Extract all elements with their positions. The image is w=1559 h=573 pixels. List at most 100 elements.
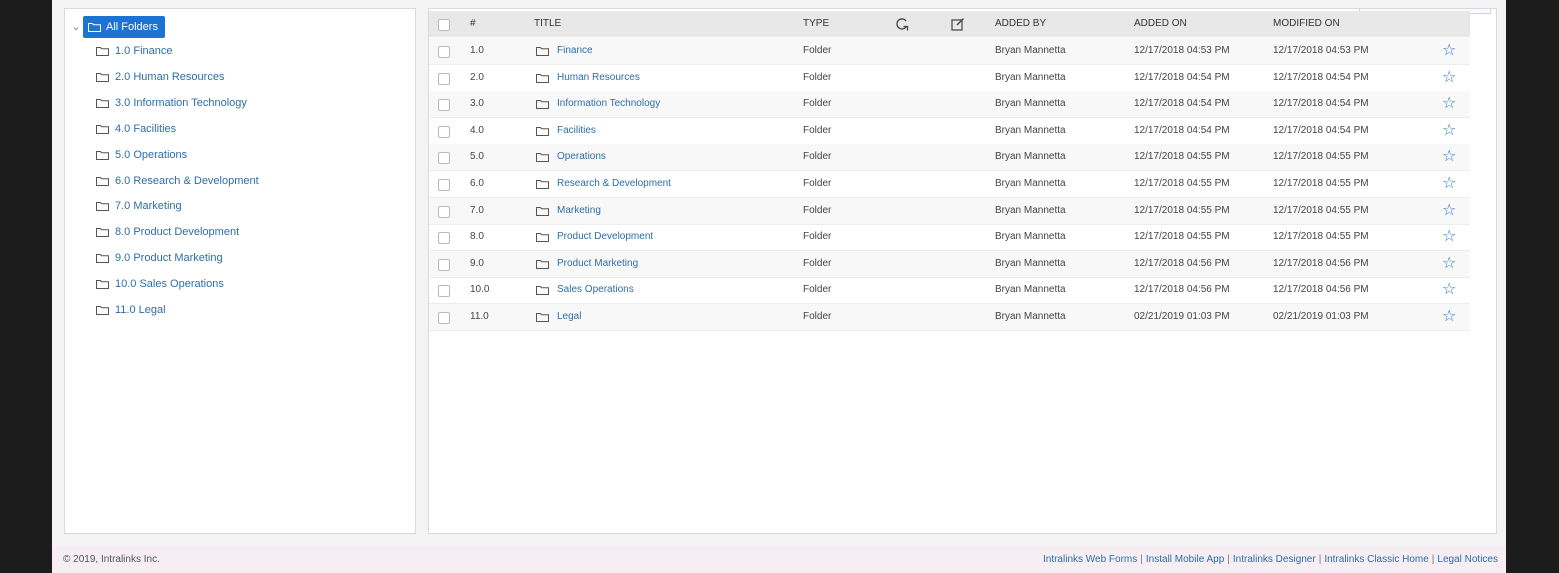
row-checkbox[interactable]	[438, 152, 450, 165]
tree-item[interactable]: 6.0 Research & Development	[96, 172, 259, 190]
folder-icon	[88, 23, 101, 32]
row-title-link[interactable]: Marketing	[536, 198, 601, 224]
row-title-link[interactable]: Legal	[536, 304, 581, 330]
row-checkbox[interactable]	[438, 46, 450, 58]
table-row[interactable]: 6.0 Research & Development Folder Bryan Man…	[429, 171, 1470, 198]
tree-item[interactable]: 11.0 Legal	[96, 301, 166, 319]
header-added-on[interactable]: ADDED ON	[1134, 11, 1187, 37]
tree-item[interactable]: 10.0 Sales Operations	[96, 275, 224, 293]
star-icon[interactable]: ☆	[1442, 171, 1456, 197]
row-modified-on: 12/17/2018 04:54 PM	[1273, 98, 1369, 110]
header-type[interactable]: TYPE	[803, 11, 829, 37]
row-title-link[interactable]: Information Technology	[536, 91, 660, 117]
row-checkbox[interactable]	[438, 99, 450, 112]
tree-item[interactable]: 1.0 Finance	[96, 42, 172, 60]
table-row[interactable]: 10.0 Sales Operations Folder Bryan Mannetta…	[429, 277, 1470, 305]
row-title-link[interactable]: Research & Development	[536, 171, 671, 197]
tree-item[interactable]: 4.0 Facilities	[96, 120, 176, 138]
tree-item[interactable]: 9.0 Product Marketing	[96, 249, 223, 267]
all-folders-button[interactable]: All Folders	[83, 16, 165, 38]
footer-link[interactable]: Install Mobile App	[1146, 554, 1224, 565]
star-icon[interactable]: ☆	[1442, 65, 1456, 91]
row-title-link[interactable]: Facilities	[536, 118, 596, 144]
footer-link[interactable]: Intralinks Classic Home	[1324, 554, 1428, 565]
table-row[interactable]: 3.0 Information Technology Folder Bryan Man…	[429, 91, 1470, 119]
folder-tree-panel: ⌄ All Folders 1.0 Finance 2.0 Human Resou…	[64, 8, 416, 534]
tree-item[interactable]: 7.0 Marketing	[96, 197, 182, 215]
header-added-by[interactable]: ADDED BY	[995, 11, 1046, 37]
tree-root[interactable]: ⌄ All Folders	[69, 16, 165, 38]
header-number[interactable]: #	[470, 11, 476, 37]
star-icon[interactable]: ☆	[1442, 224, 1456, 250]
row-number: 6.0	[470, 178, 484, 189]
folder-icon	[96, 280, 109, 290]
table-row[interactable]: 9.0 Product Marketing Folder Bryan Mannetta…	[429, 250, 1470, 278]
row-modified-on: 12/17/2018 04:55 PM	[1273, 231, 1369, 243]
row-checkbox[interactable]	[438, 285, 450, 298]
document-grid: # TITLE TYPE ADDED BY ADDED ON MODIFIED …	[428, 8, 1497, 534]
table-row[interactable]: 2.0 Human Resources Folder Bryan Mannetta 12…	[429, 65, 1470, 92]
star-icon[interactable]: ☆	[1442, 277, 1456, 303]
row-checkbox[interactable]	[438, 312, 450, 324]
table-row[interactable]: 4.0 Facilities Folder Bryan Mannetta 12/17/2…	[429, 118, 1470, 145]
tree-item[interactable]: 2.0 Human Resources	[96, 68, 224, 86]
row-modified-on: 12/17/2018 04:53 PM	[1273, 45, 1369, 56]
star-icon[interactable]: ☆	[1442, 198, 1456, 224]
tree-item[interactable]: 5.0 Operations	[96, 146, 187, 164]
row-checkbox[interactable]	[438, 179, 450, 191]
tree-item[interactable]: 8.0 Product Development	[96, 223, 239, 241]
star-icon[interactable]: ☆	[1442, 251, 1456, 277]
row-checkbox[interactable]	[438, 205, 450, 218]
row-checkbox[interactable]	[438, 125, 450, 138]
row-type: Folder	[803, 231, 832, 243]
star-icon[interactable]: ☆	[1442, 38, 1456, 64]
copyright-text: © 2019, Intralinks Inc.	[63, 554, 160, 565]
table-row[interactable]: 8.0 Product Development Folder Bryan Mannet…	[429, 224, 1470, 252]
tree-item-label: 5.0 Operations	[115, 148, 188, 161]
row-type: Folder	[803, 204, 832, 216]
row-title-link[interactable]: Product Development	[536, 224, 653, 250]
row-number: 1.0	[470, 45, 484, 56]
row-title-link[interactable]: Sales Operations	[536, 277, 634, 303]
refresh-icon[interactable]	[895, 11, 909, 37]
footer-separator: |	[1227, 554, 1230, 565]
folder-icon	[96, 228, 109, 238]
tree-root-label: All Folders	[106, 21, 158, 33]
header-modified-on[interactable]: MODIFIED ON	[1273, 11, 1340, 37]
row-type: Folder	[803, 98, 832, 110]
star-icon[interactable]: ☆	[1442, 118, 1456, 144]
chevron-down-icon[interactable]: ⌄	[69, 20, 83, 33]
row-checkbox[interactable]	[438, 258, 450, 271]
folder-icon	[96, 176, 109, 186]
page-footer: © 2019, Intralinks Inc. Intralinks Web F…	[52, 546, 1506, 573]
row-title-label: Marketing	[557, 204, 601, 216]
footer-link[interactable]: Intralinks Web Forms	[1043, 554, 1137, 565]
row-number: 7.0	[470, 204, 484, 216]
row-title-link[interactable]: Product Marketing	[536, 251, 638, 277]
row-title-label: Human Resources	[557, 71, 640, 83]
table-row[interactable]: 11.0 Legal Folder Bryan Mannetta 02/21/2019 …	[429, 304, 1470, 331]
row-title-link[interactable]: Operations	[536, 144, 606, 170]
star-icon[interactable]: ☆	[1442, 304, 1456, 330]
tree-item[interactable]: 3.0 Information Technology	[96, 94, 247, 112]
tree-item-label: 4.0 Facilities	[115, 122, 177, 135]
row-title-link[interactable]: Finance	[536, 38, 593, 64]
row-checkbox[interactable]	[438, 232, 450, 245]
row-added-on: 02/21/2019 01:03 PM	[1134, 311, 1230, 322]
header-title[interactable]: TITLE	[534, 11, 561, 37]
select-all-checkbox[interactable]	[438, 19, 450, 31]
row-checkbox[interactable]	[438, 72, 450, 85]
table-row[interactable]: 1.0 Finance Folder Bryan Mannetta 12/17/2018…	[429, 38, 1470, 65]
table-row[interactable]: 7.0 Marketing Folder Bryan Mannetta 12/17/20…	[429, 197, 1470, 225]
row-title-link[interactable]: Human Resources	[536, 65, 640, 91]
star-icon[interactable]: ☆	[1442, 91, 1456, 117]
tree-item-label: 8.0 Product Development	[115, 226, 240, 239]
edit-icon[interactable]	[951, 11, 965, 37]
star-icon[interactable]: ☆	[1442, 144, 1456, 170]
row-added-by: Bryan Mannetta	[995, 178, 1066, 189]
table-row[interactable]: 5.0 Operations Folder Bryan Mannetta 12/17/2…	[429, 144, 1470, 172]
footer-link[interactable]: Intralinks Designer	[1233, 554, 1316, 565]
row-modified-on: 12/17/2018 04:55 PM	[1273, 178, 1369, 189]
footer-link[interactable]: Legal Notices	[1437, 554, 1498, 565]
folder-icon	[96, 98, 109, 108]
